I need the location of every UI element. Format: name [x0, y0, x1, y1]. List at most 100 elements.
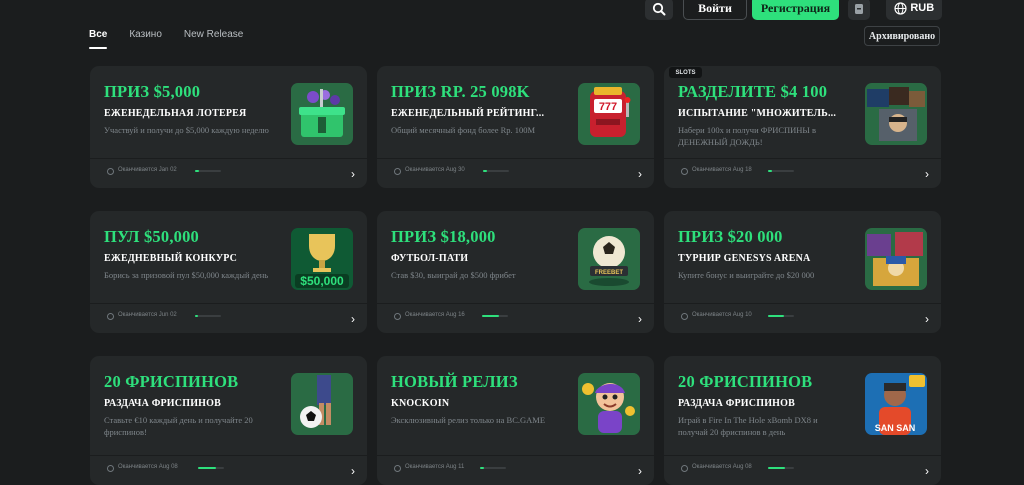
promo-card[interactable]: 20 ФРИСПИНОВ РАЗДАЧА ФРИСПИНОВ Играй в F…	[664, 356, 941, 485]
promo-progress	[482, 315, 508, 317]
chevron-right-icon[interactable]: ›	[351, 464, 355, 478]
promo-card[interactable]: РАЗДЕЛИТЕ $4 100 ИСПЫТАНИЕ "МНОЖИТЕЛЬ...…	[664, 66, 941, 188]
football-icon: FREEBET	[578, 228, 640, 290]
tab-new-release[interactable]: New Release	[184, 29, 243, 44]
svg-text:SAN SAN: SAN SAN	[875, 423, 916, 433]
promo-subtitle: РАЗДАЧА ФРИСПИНОВ	[104, 398, 221, 409]
chevron-right-icon[interactable]: ›	[351, 167, 355, 181]
promo-progress	[195, 315, 221, 317]
promo-card[interactable]: ПРИЗ $5,000 ЕЖЕНЕДЕЛЬНАЯ ЛОТЕРЕЯ Участву…	[90, 66, 367, 188]
wallet-button[interactable]	[848, 0, 870, 20]
trophy-icon: $50,000	[291, 228, 353, 290]
promo-description: Эксклюзивный релиз только на BC.GAME	[391, 415, 546, 425]
promo-footer: Оканчивается Aug 18 ›	[664, 158, 941, 188]
promo-title: НОВЫЙ РЕЛИЗ	[391, 372, 518, 391]
globe-icon	[894, 1, 907, 15]
promo-title: РАЗДЕЛИТЕ $4 100	[678, 82, 828, 101]
clock-icon	[394, 313, 401, 320]
promo-end-date: Оканчивается Aug 18	[692, 167, 752, 173]
promo-progress-fill	[195, 170, 199, 172]
promo-progress	[768, 467, 794, 469]
promo-title: ПУЛ $50,000	[104, 227, 200, 246]
cartoon-boy-icon	[578, 373, 640, 435]
promo-subtitle: ЕЖЕНЕДЕЛЬНАЯ ЛОТЕРЕЯ	[104, 108, 247, 119]
currency-code: RUB	[910, 2, 935, 14]
promo-end-date: Оканчивается Aug 30	[405, 167, 465, 173]
promo-footer: Оканчивается Aug 10 ›	[664, 303, 941, 333]
promo-progress-fill	[195, 315, 198, 317]
promo-end-date: Оканчивается Jun 02	[118, 312, 177, 318]
promo-progress-fill	[768, 467, 785, 469]
promo-progress-fill	[198, 467, 217, 469]
tab-casino[interactable]: Казино	[129, 29, 162, 44]
promo-footer: Оканчивается Jun 02 ›	[90, 303, 367, 333]
clock-icon	[107, 465, 114, 472]
promo-progress	[480, 467, 506, 469]
slot-machine-icon: 777	[578, 83, 640, 145]
promo-title: ПРИЗ $20 000	[678, 227, 783, 246]
category-tabs: Все Казино New Release	[89, 29, 243, 49]
promo-card[interactable]: НОВЫЙ РЕЛИЗ KNOCKOIN Эксклюзивный релиз …	[377, 356, 654, 485]
promo-end-date: Оканчивается Aug 16	[405, 312, 465, 318]
game-collage-icon	[865, 83, 927, 145]
slots-badge: SLOTS	[669, 67, 702, 78]
promo-subtitle: KNOCKOIN	[391, 398, 450, 409]
chevron-right-icon[interactable]: ›	[638, 464, 642, 478]
promo-end-date: Оканчивается Aug 10	[692, 312, 752, 318]
promo-progress	[483, 170, 509, 172]
clock-icon	[107, 168, 114, 175]
soccer-player-icon	[291, 373, 353, 435]
chevron-right-icon[interactable]: ›	[925, 167, 929, 181]
promo-progress-fill	[768, 315, 784, 317]
archive-button[interactable]: Архивировано	[864, 26, 940, 46]
promo-card[interactable]: ПРИЗ RP. 25 098K ЕЖЕНЕДЕЛЬНЫЙ РЕЙТИНГ...…	[377, 66, 654, 188]
promo-title: ПРИЗ RP. 25 098K	[391, 82, 530, 101]
promo-footer: Оканчивается Aug 08 ›	[664, 455, 941, 485]
tab-all[interactable]: Все	[89, 29, 108, 49]
promo-subtitle: ИСПЫТАНИЕ "МНОЖИТЕЛЬ...	[678, 108, 837, 119]
promo-card[interactable]: ПУЛ $50,000 ЕЖЕДНЕВНЫЙ КОНКУРС Борись за…	[90, 211, 367, 333]
promo-progress-fill	[483, 170, 487, 172]
promo-progress-fill	[482, 315, 499, 317]
promo-description: Став $30, выиграй до $500 фрибет	[391, 270, 516, 280]
chevron-right-icon[interactable]: ›	[925, 312, 929, 326]
promo-subtitle: ТУРНИР GENESYS ARENA	[678, 253, 811, 264]
promo-description: Общий месячный фонд более Rp. 100M	[391, 125, 536, 135]
promo-end-date: Оканчивается Aug 08	[692, 464, 752, 470]
currency-selector[interactable]: RUB	[886, 0, 942, 20]
clock-icon	[107, 313, 114, 320]
promo-title: 20 ФРИСПИНОВ	[104, 372, 239, 391]
promo-end-date: Оканчивается Aug 11	[405, 464, 465, 470]
register-button[interactable]: Регистрация	[752, 0, 839, 20]
chevron-right-icon[interactable]: ›	[351, 312, 355, 326]
svg-text:FREEBET: FREEBET	[595, 270, 623, 276]
promo-description: Набери 100x и получи ФРИСПИНЫ в ДЕНЕЖНЫЙ…	[678, 125, 816, 147]
promo-description: Борись за призовой пул $50,000 каждый де…	[104, 270, 269, 280]
promo-progress-fill	[768, 170, 772, 172]
top-bar: Войти Регистрация RUB	[0, 0, 1024, 26]
promo-footer: Оканчивается Jan 02 ›	[90, 158, 367, 188]
chevron-right-icon[interactable]: ›	[925, 464, 929, 478]
login-button[interactable]: Войти	[683, 0, 747, 20]
wallet-icon	[855, 4, 863, 14]
promo-card[interactable]: ПРИЗ $20 000 ТУРНИР GENESYS ARENA Купите…	[664, 211, 941, 333]
promo-description: Играй в Fire In The Hole xBomb DX8 и пол…	[678, 415, 818, 437]
promo-card[interactable]: ПРИЗ $18,000 ФУТБОЛ-ПАТИ Став $30, выигр…	[377, 211, 654, 333]
promo-description: Ставьте €10 каждый день и получайте 20 ф…	[104, 415, 253, 437]
chevron-right-icon[interactable]: ›	[638, 312, 642, 326]
promo-footer: Оканчивается Aug 08 ›	[90, 455, 367, 485]
search-icon	[652, 2, 666, 16]
lottery-box-icon	[291, 83, 353, 145]
promo-subtitle: ЕЖЕНЕДЕЛЬНЫЙ РЕЙТИНГ...	[391, 108, 545, 119]
svg-text:777: 777	[599, 101, 617, 113]
promo-subtitle: ФУТБОЛ-ПАТИ	[391, 253, 469, 264]
chevron-right-icon[interactable]: ›	[638, 167, 642, 181]
promo-description: Участвуй и получи до $5,000 каждую недел…	[104, 125, 269, 135]
promo-end-date: Оканчивается Jan 02	[118, 167, 177, 173]
promo-card[interactable]: 20 ФРИСПИНОВ РАЗДАЧА ФРИСПИНОВ Ставьте €…	[90, 356, 367, 485]
promo-footer: Оканчивается Aug 16 ›	[377, 303, 654, 333]
clock-icon	[681, 313, 688, 320]
search-button[interactable]	[645, 0, 673, 20]
promo-title: ПРИЗ $18,000	[391, 227, 496, 246]
promo-footer: Оканчивается Aug 30 ›	[377, 158, 654, 188]
